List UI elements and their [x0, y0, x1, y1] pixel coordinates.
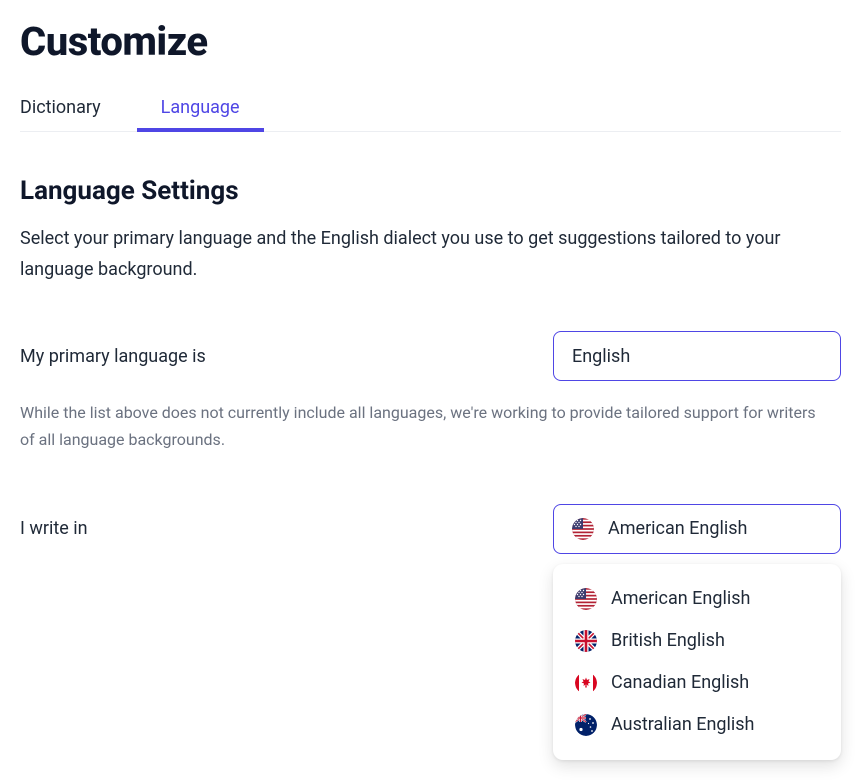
us-flag-icon	[572, 518, 594, 540]
dialect-option-australian[interactable]: Australian English	[553, 704, 841, 746]
primary-language-label: My primary language is	[20, 346, 206, 367]
dialect-row: I write in American English American Eng…	[20, 504, 841, 554]
dialect-option-canadian[interactable]: Canadian English	[553, 662, 841, 704]
dialect-value: American English	[608, 518, 747, 539]
section-description: Select your primary language and the Eng…	[20, 224, 820, 285]
dialect-option-label: Australian English	[611, 714, 754, 735]
section-title: Language Settings	[20, 176, 841, 206]
dialect-option-label: British English	[611, 630, 725, 651]
dialect-dropdown: American English British English Canadia…	[553, 564, 841, 760]
dialect-option-american[interactable]: American English	[553, 578, 841, 620]
chevron-down-icon	[808, 349, 822, 363]
tab-language[interactable]: Language	[137, 89, 264, 132]
dialect-option-label: American English	[611, 588, 750, 609]
dialect-select[interactable]: American English	[553, 504, 841, 554]
gb-flag-icon	[575, 630, 597, 652]
us-flag-icon	[575, 588, 597, 610]
page-title: Customize	[20, 18, 841, 65]
primary-language-hint: While the list above does not currently …	[20, 399, 820, 453]
ca-flag-icon	[575, 672, 597, 694]
dialect-option-label: Canadian English	[611, 672, 749, 693]
tab-dictionary[interactable]: Dictionary	[20, 89, 119, 132]
primary-language-value: English	[572, 346, 630, 367]
tabs: Dictionary Language	[20, 89, 841, 132]
au-flag-icon	[575, 714, 597, 736]
primary-language-select[interactable]: English	[553, 331, 841, 381]
primary-language-row: My primary language is English	[20, 331, 841, 381]
dialect-label: I write in	[20, 518, 88, 539]
chevron-down-icon	[808, 522, 822, 536]
dialect-option-british[interactable]: British English	[553, 620, 841, 662]
